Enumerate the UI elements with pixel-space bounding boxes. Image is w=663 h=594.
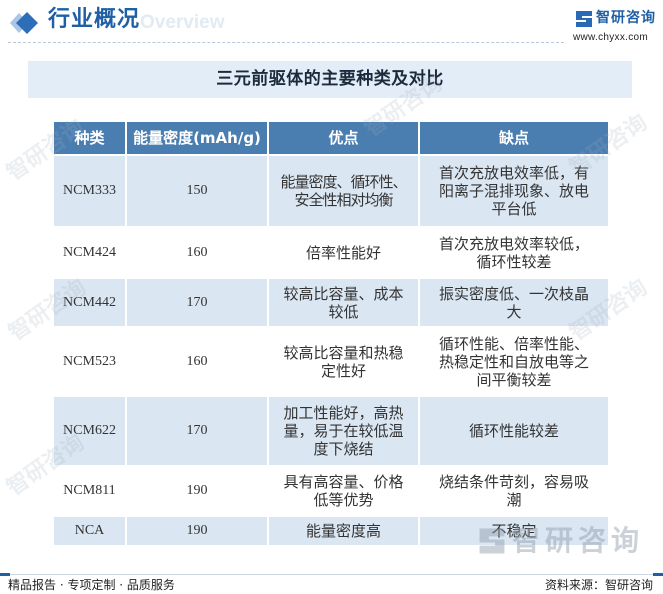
diamond-icon <box>10 9 38 37</box>
column-header-pros: 优点 <box>267 120 420 156</box>
table-cell-type: NCM424 <box>52 226 127 279</box>
table-cell-energy-density: 150 <box>125 154 269 228</box>
table-cell-cons: 循环性能、倍率性能、热稳定性和自放电等之间平衡较差 <box>418 326 610 397</box>
table-cell-cons: 首次充放电效率较低，循环性较差 <box>418 226 610 279</box>
footer-slogan: 精品报告 · 专项定制 · 品质服务 <box>8 578 175 592</box>
table-cell-type: NCA <box>52 515 127 547</box>
table-header-row: 种类 能量密度(mAh/g) 优点 缺点 <box>52 120 610 156</box>
table-cell-pros: 较高比容量、成本较低 <box>267 277 420 328</box>
table-cell-pros: 具有高容量、价格低等优势 <box>267 465 420 517</box>
page-title: 行业概况 <box>48 7 141 32</box>
table-cell-type: NCM523 <box>52 326 127 397</box>
table-cell-energy-density: 170 <box>125 395 269 467</box>
table-cell-cons: 首次充放电效率低，有阳离子混排现象、放电平台低 <box>418 154 610 228</box>
column-header-cons: 缺点 <box>418 120 610 156</box>
table-row: NCM523 160 较高比容量和热稳定性好 循环性能、倍率性能、热稳定性和自放… <box>52 326 610 397</box>
table-cell-type: NCM333 <box>52 154 127 228</box>
table-cell-cons: 烧结条件苛刻，容易吸潮 <box>418 465 610 517</box>
table-cell-type: NCM622 <box>52 395 127 467</box>
table-cell-pros: 较高比容量和热稳定性好 <box>267 326 420 397</box>
table-cell-energy-density: 190 <box>125 515 269 547</box>
table-cell-pros: 加工性能好，高热量，易于在较低温度下烧结 <box>267 395 420 467</box>
page-subtitle: Overview <box>140 12 225 33</box>
footer-accent <box>0 573 10 576</box>
table-row: NCM442 170 较高比容量、成本较低 振实密度低、一次枝晶大 <box>52 277 610 328</box>
table-row: NCM424 160 倍率性能好 首次充放电效率较低，循环性较差 <box>52 226 610 279</box>
table-cell-cons: 不稳定 <box>418 515 610 547</box>
brand-url: www.chyxx.com <box>573 32 649 43</box>
table-cell-pros: 能量密度、循环性、安全性相对均衡 <box>267 154 420 228</box>
brand-name: 智研咨询 <box>596 10 656 26</box>
table-cell-energy-density: 190 <box>125 465 269 517</box>
table-title: 三元前驱体的主要种类及对比 <box>28 61 632 98</box>
table-cell-type: NCM811 <box>52 465 127 517</box>
table-row: NCM333 150 能量密度、循环性、安全性相对均衡 首次充放电效率低，有阳离… <box>52 154 610 228</box>
table-cell-type: NCM442 <box>52 277 127 328</box>
table-row: NCM811 190 具有高容量、价格低等优势 烧结条件苛刻，容易吸潮 <box>52 465 610 517</box>
footer-accent <box>653 573 663 576</box>
footer-divider <box>0 574 663 575</box>
comparison-table: 种类 能量密度(mAh/g) 优点 缺点 NCM333 150 能量密度、循环性… <box>52 120 610 547</box>
table-cell-energy-density: 160 <box>125 226 269 279</box>
table-cell-pros: 能量密度高 <box>267 515 420 547</box>
table-cell-cons: 循环性能较差 <box>418 395 610 467</box>
table-cell-energy-density: 170 <box>125 277 269 328</box>
table-row: NCA 190 能量密度高 不稳定 <box>52 515 610 547</box>
table-cell-pros: 倍率性能好 <box>267 226 420 279</box>
table-cell-energy-density: 160 <box>125 326 269 397</box>
footer-source: 资料来源：智研咨询 <box>544 578 653 592</box>
logo-icon <box>575 10 593 28</box>
column-header-type: 种类 <box>52 120 127 156</box>
column-header-energy-density: 能量密度(mAh/g) <box>125 120 269 156</box>
header-divider <box>8 42 564 43</box>
table-row: NCM622 170 加工性能好，高热量，易于在较低温度下烧结 循环性能较差 <box>52 395 610 467</box>
table-cell-cons: 振实密度低、一次枝晶大 <box>418 277 610 328</box>
